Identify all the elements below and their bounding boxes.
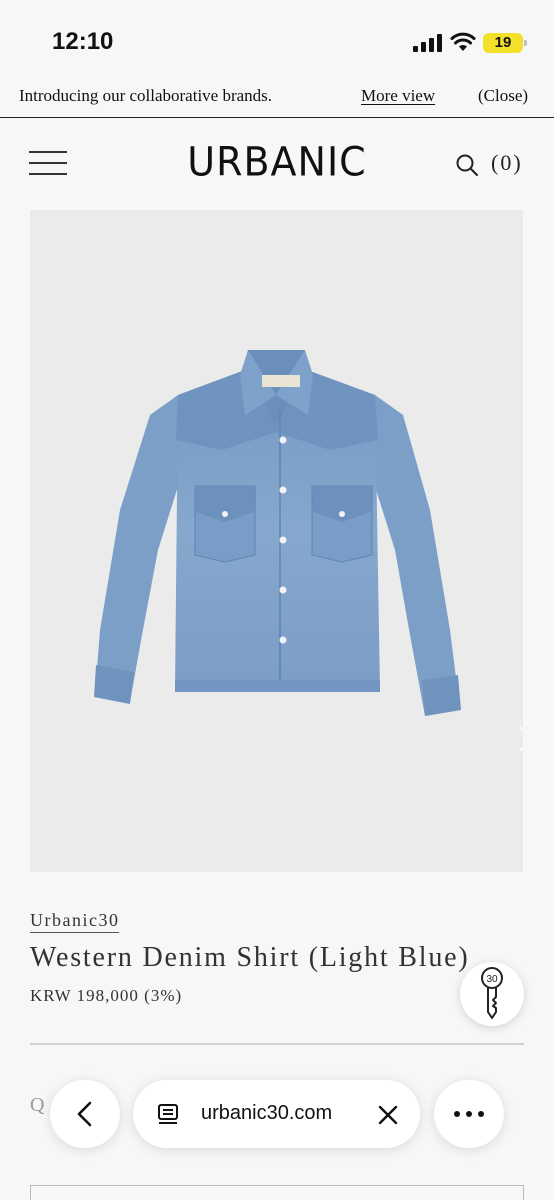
status-time: 12:10 [52,28,114,55]
cart-count[interactable]: (0) [491,150,523,176]
key-icon: 30 [481,967,503,1019]
browser-url[interactable]: urbanic30.com [201,1102,332,1125]
signal-icon [413,34,442,52]
product-image[interactable] [30,210,523,872]
chevron-right-icon[interactable] [518,725,523,753]
close-announcement-button[interactable]: (Close) [478,86,528,106]
browser-url-bar[interactable]: urbanic30.com [133,1080,420,1148]
status-bar: 12:10 19 [0,0,554,78]
back-arrow-icon [77,1101,92,1127]
browser-more-button[interactable] [434,1080,504,1148]
product-price: KRW 198,000 (3%) [30,986,183,1005]
key-label: 30 [486,974,498,985]
floating-key-button[interactable]: 30 [460,962,524,1026]
tabs-icon[interactable] [157,1103,179,1125]
search-icon[interactable] [455,153,479,177]
close-icon[interactable] [377,1104,399,1126]
more-view-link[interactable]: More view [361,86,435,106]
product-brand-link[interactable]: Urbanic30 [30,910,120,933]
denim-shirt-image [94,350,461,716]
browser-back-button[interactable] [50,1080,120,1148]
quantity-selector[interactable] [30,1185,524,1200]
wifi-icon [450,32,476,51]
site-header: URBANIC (0) [0,118,554,210]
quantity-label: Q [30,1094,45,1116]
divider [30,1043,524,1045]
announcement-message: Introducing our collaborative brands. [19,86,273,105]
announcement-bar: Introducing our collaborative brands. Mo… [0,78,554,118]
battery-indicator: 19 [483,33,527,53]
more-icon [454,1111,484,1117]
